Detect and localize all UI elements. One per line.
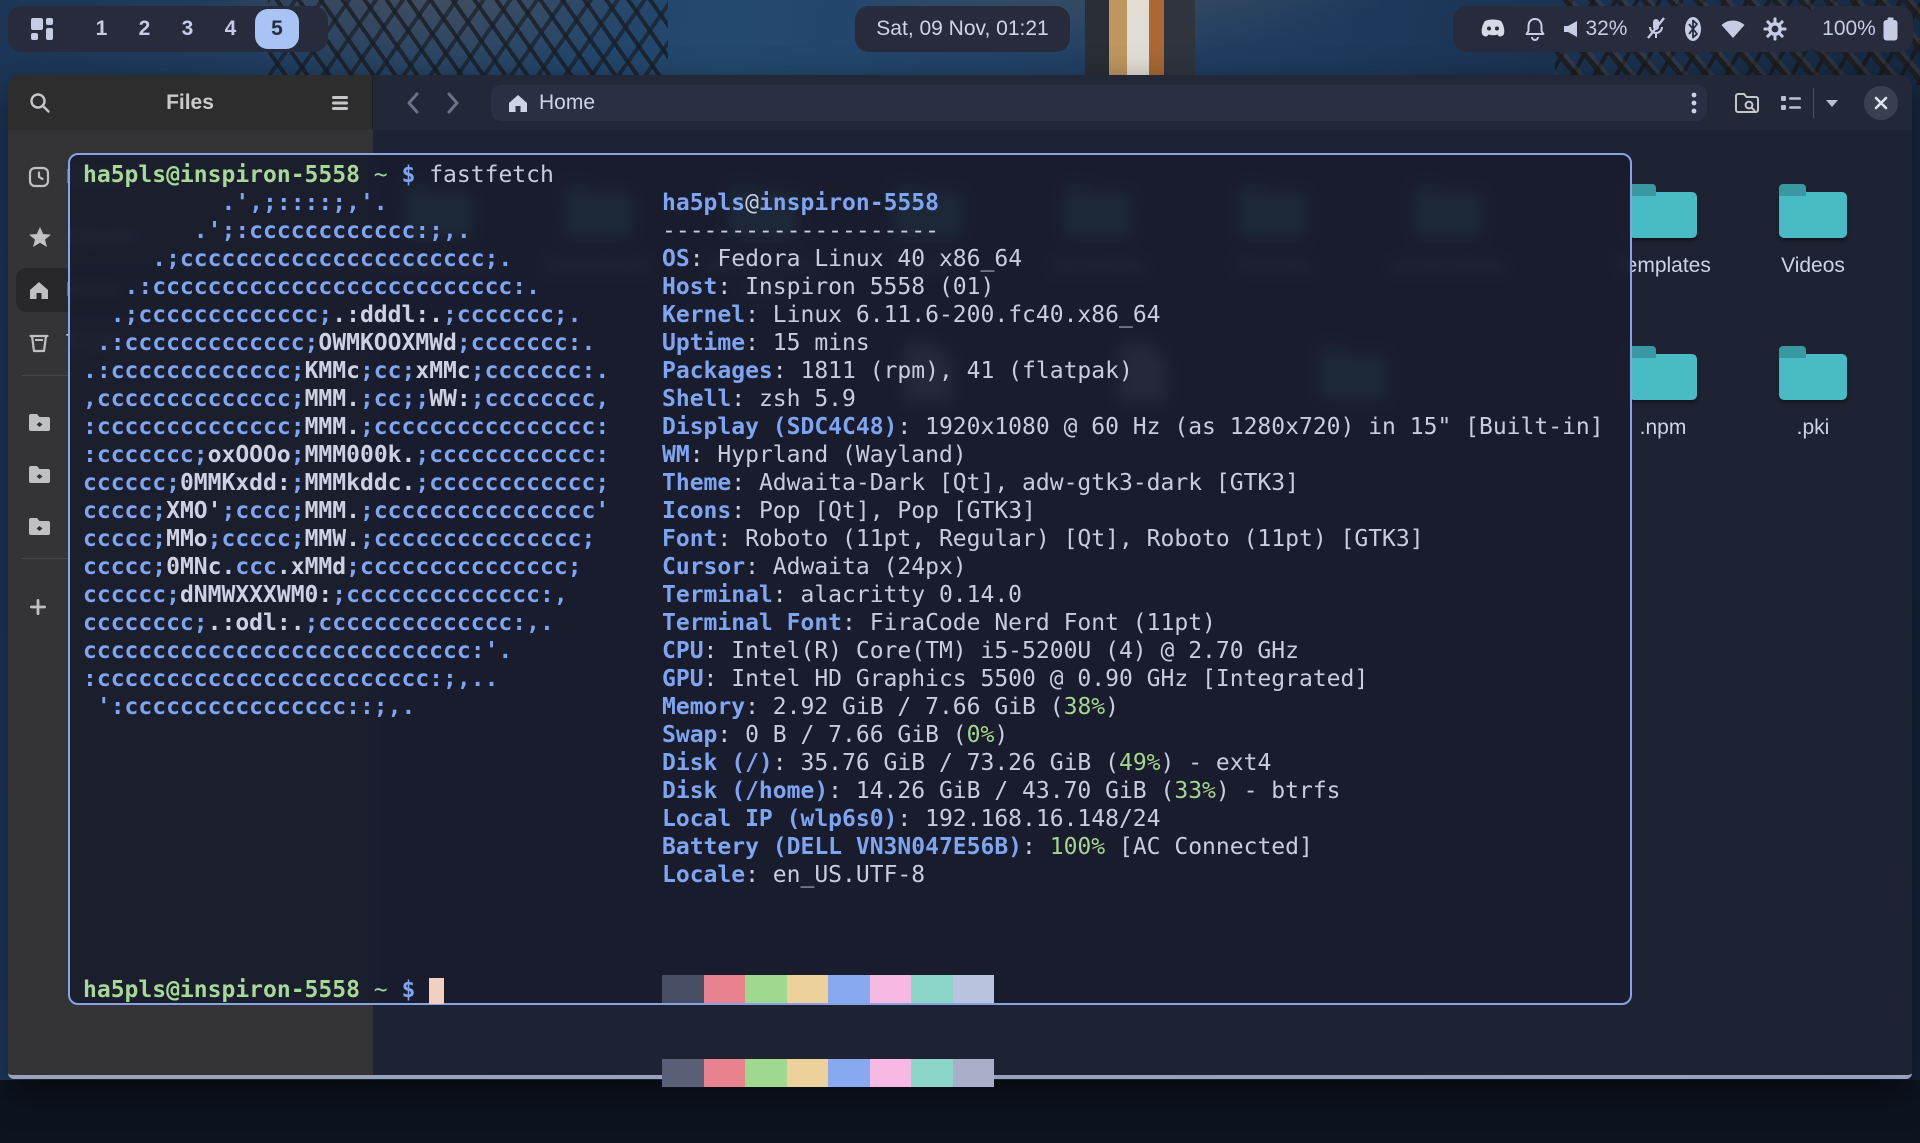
list-view-icon	[1779, 93, 1803, 113]
back-button[interactable]	[393, 85, 433, 121]
wifi-icon[interactable]	[1720, 18, 1746, 40]
breadcrumb[interactable]: Home	[491, 85, 1707, 121]
button-separator	[1813, 88, 1814, 118]
file-item[interactable]: .pki	[1738, 344, 1888, 440]
palette-swatch	[662, 975, 704, 1003]
search-button[interactable]	[22, 85, 58, 121]
hamburger-icon	[330, 94, 350, 112]
search-icon	[29, 92, 51, 114]
breadcrumb-location: Home	[539, 91, 1691, 115]
folder-icon	[1779, 192, 1847, 238]
palette-swatch	[745, 1059, 787, 1087]
home-icon	[507, 92, 529, 114]
plus-icon	[28, 597, 48, 617]
sidebar-header: Files	[8, 75, 373, 130]
workspace-2[interactable]: 2	[123, 17, 166, 41]
house-icon	[28, 279, 50, 301]
close-window-button[interactable]	[1864, 86, 1898, 120]
palette-swatch	[953, 1059, 995, 1087]
palette-swatch	[662, 1059, 704, 1087]
fastfetch-info: ha5pls@inspiron-5558--------------------…	[662, 189, 1604, 889]
workspaces-pill: 1 2 3 4 5	[8, 6, 328, 52]
notifications-bell-icon[interactable]	[1524, 17, 1546, 41]
battery-indicator[interactable]: 100%	[1807, 6, 1913, 52]
system-tray: 32%	[1453, 6, 1815, 52]
workspace-5-active[interactable]: 5	[255, 9, 299, 49]
chevron-down-icon[interactable]	[1824, 98, 1840, 108]
forward-button[interactable]	[433, 85, 473, 121]
battery-icon	[1883, 17, 1898, 41]
files-headerbar: Files Home	[8, 75, 1912, 130]
palette-swatch	[870, 1059, 912, 1087]
palette-swatch	[828, 975, 870, 1003]
hamburger-menu-button[interactable]	[322, 85, 358, 121]
palette-swatch	[787, 975, 829, 1003]
app-grid-icon[interactable]	[30, 17, 54, 41]
volume-level: 32%	[1585, 17, 1627, 41]
rocket-silhouette	[1085, 0, 1195, 78]
palette-swatch	[828, 1059, 870, 1087]
folder-icon	[1779, 354, 1847, 400]
workspace-4[interactable]: 4	[209, 17, 252, 41]
terminal-prompt-line: ha5pls@inspiron-5558 ~ $ fastfetch	[83, 161, 554, 189]
palette-swatch	[745, 975, 787, 1003]
folder-icon	[28, 413, 51, 432]
main-header: Home	[373, 75, 1912, 130]
terminal-prompt-line-2: ha5pls@inspiron-5558 ~ $	[83, 976, 415, 1004]
battery-percent: 100%	[1822, 17, 1876, 41]
app-title: Files	[58, 91, 322, 115]
folder-icon	[1629, 192, 1697, 238]
folder-icon	[1629, 354, 1697, 400]
terminal-color-palette	[662, 919, 994, 1143]
terminal-cursor	[429, 978, 444, 1004]
clock[interactable]: Sat, 09 Nov, 01:21	[855, 6, 1070, 52]
palette-row-bright	[662, 1059, 994, 1087]
fastfetch-ascii-logo: .',;::::;,'. .';:cccccccccccc:;,. .;cccc…	[83, 189, 609, 721]
search-folder-button[interactable]	[1729, 85, 1765, 121]
folder-search-icon	[1734, 92, 1760, 114]
launch-tower-silhouette	[268, 0, 668, 85]
star-icon	[28, 226, 52, 248]
close-icon	[1873, 95, 1889, 111]
workspace-1[interactable]: 1	[80, 17, 123, 41]
palette-swatch	[953, 975, 995, 1003]
clock-icon	[28, 166, 50, 188]
workspace-3[interactable]: 3	[166, 17, 209, 41]
bluetooth-icon[interactable]	[1684, 16, 1702, 42]
kebab-menu-icon[interactable]	[1691, 91, 1697, 115]
terminal-window[interactable]: ha5pls@inspiron-5558 ~ $ fastfetch .',;:…	[68, 153, 1632, 1005]
microphone-muted-icon[interactable]	[1645, 17, 1667, 41]
palette-swatch	[787, 1059, 829, 1087]
discord-icon[interactable]	[1480, 19, 1506, 39]
palette-swatch	[704, 1059, 746, 1087]
view-toggle-split-button[interactable]	[1779, 85, 1840, 121]
palette-swatch	[870, 975, 912, 1003]
file-label: Videos	[1781, 254, 1845, 278]
folder-icon	[28, 517, 51, 536]
file-label: .pki	[1797, 416, 1830, 440]
file-item[interactable]: Videos	[1738, 182, 1888, 278]
palette-swatch	[911, 975, 953, 1003]
volume-icon[interactable]	[1563, 20, 1579, 38]
palette-row-normal	[662, 975, 994, 1003]
settings-gear-icon[interactable]	[1763, 17, 1787, 41]
palette-swatch	[911, 1059, 953, 1087]
folder-icon	[28, 465, 51, 484]
file-label: .npm	[1640, 416, 1687, 440]
trash-icon	[28, 331, 50, 353]
palette-swatch	[704, 975, 746, 1003]
